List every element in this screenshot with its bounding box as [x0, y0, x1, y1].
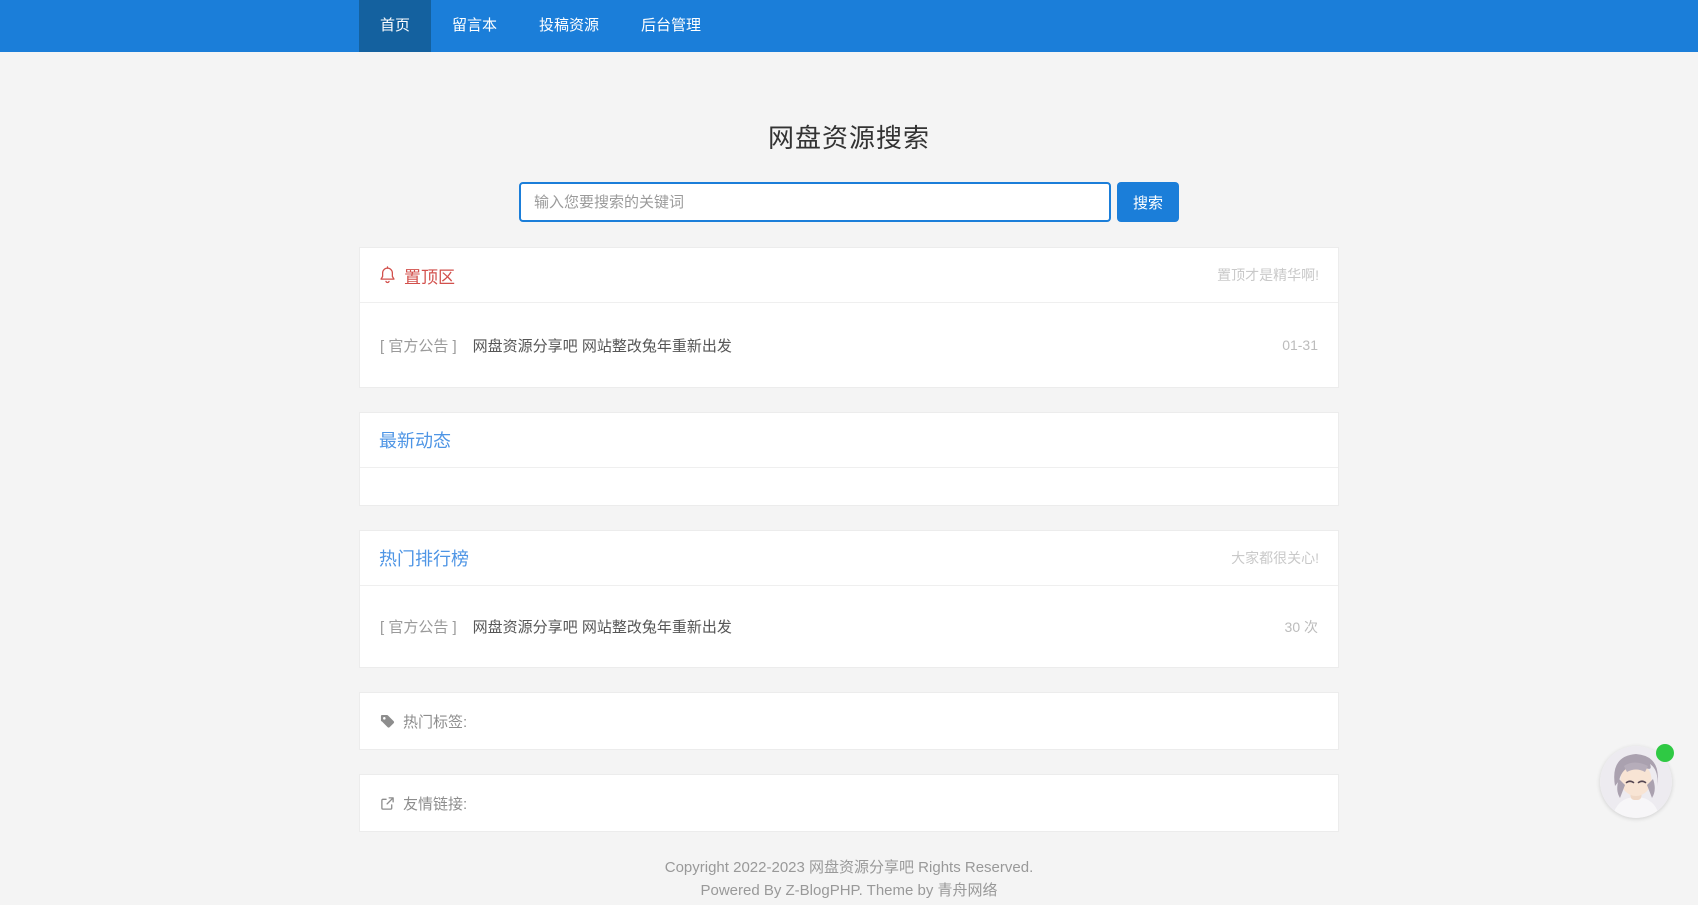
search-button[interactable]: 搜索 — [1117, 182, 1179, 222]
panel-latest-title-text: 最新动态 — [379, 427, 451, 453]
post-view-count: 30 次 — [1285, 617, 1318, 637]
post-category: [ 官方公告 ] — [380, 616, 457, 637]
pinned-list-item: [ 官方公告 ] 网盘资源分享吧 网站整改兔年重新出发 01-31 — [360, 303, 1338, 387]
panel-pinned-title-text: 置顶区 — [404, 263, 455, 288]
search-input[interactable] — [519, 182, 1111, 222]
panel-latest-title: 最新动态 — [379, 427, 451, 453]
post-date: 01-31 — [1282, 337, 1318, 353]
nav-item-home[interactable]: 首页 — [359, 0, 431, 52]
panel-hot-title: 热门排行榜 — [379, 545, 469, 571]
nav-menu: 首页 留言本 投稿资源 后台管理 — [359, 0, 1339, 52]
panel-hot: 热门排行榜 大家都很关心! [ 官方公告 ] 网盘资源分享吧 网站整改兔年重新出… — [359, 530, 1339, 668]
external-link-icon — [380, 796, 395, 811]
nav-item-admin[interactable]: 后台管理 — [620, 0, 722, 52]
chat-widget[interactable] — [1600, 746, 1672, 818]
hot-list-item: [ 官方公告 ] 网盘资源分享吧 网站整改兔年重新出发 30 次 — [360, 586, 1338, 667]
latest-empty-row — [360, 468, 1338, 505]
panel-pinned-header: 置顶区 置顶才是精华啊! — [360, 248, 1338, 303]
main-content: 置顶区 置顶才是精华啊! [ 官方公告 ] 网盘资源分享吧 网站整改兔年重新出发… — [359, 247, 1339, 902]
panel-latest-header: 最新动态 — [360, 413, 1338, 468]
panel-latest: 最新动态 — [359, 412, 1339, 506]
links-label: 友情链接: — [403, 793, 467, 814]
footer-powered-by: Powered By Z-BlogPHP. Theme by 青舟网络 — [359, 879, 1339, 902]
footer: Copyright 2022-2023 网盘资源分享吧 Rights Reser… — [359, 856, 1339, 902]
panel-hot-title-text: 热门排行榜 — [379, 545, 469, 571]
panel-hot-hint: 大家都很关心! — [1231, 548, 1319, 568]
panel-pinned: 置顶区 置顶才是精华啊! [ 官方公告 ] 网盘资源分享吧 网站整改兔年重新出发… — [359, 247, 1339, 388]
post-title-link[interactable]: 网盘资源分享吧 网站整改兔年重新出发 — [473, 335, 1283, 356]
page-title: 网盘资源搜索 — [0, 52, 1698, 155]
panel-links: 友情链接: — [359, 774, 1339, 832]
post-category: [ 官方公告 ] — [380, 335, 457, 356]
nav-item-submit-resource[interactable]: 投稿资源 — [518, 0, 620, 52]
panel-pinned-title: 置顶区 — [379, 263, 455, 288]
links-row: 友情链接: — [360, 775, 1338, 831]
post-title-link[interactable]: 网盘资源分享吧 网站整改兔年重新出发 — [473, 616, 1285, 637]
tags-row: 热门标签: — [360, 693, 1338, 749]
top-navbar: 首页 留言本 投稿资源 后台管理 — [0, 0, 1698, 52]
panel-pinned-hint: 置顶才是精华啊! — [1217, 265, 1319, 285]
panel-hot-header: 热门排行榜 大家都很关心! — [360, 531, 1338, 586]
tag-icon — [380, 714, 395, 729]
nav-item-guestbook[interactable]: 留言本 — [431, 0, 518, 52]
footer-copyright: Copyright 2022-2023 网盘资源分享吧 Rights Reser… — [359, 856, 1339, 879]
panel-tags: 热门标签: — [359, 692, 1339, 750]
online-status-dot — [1656, 744, 1674, 762]
search-bar: 搜索 — [0, 182, 1698, 222]
tags-label: 热门标签: — [403, 711, 467, 732]
bell-icon — [379, 266, 396, 284]
